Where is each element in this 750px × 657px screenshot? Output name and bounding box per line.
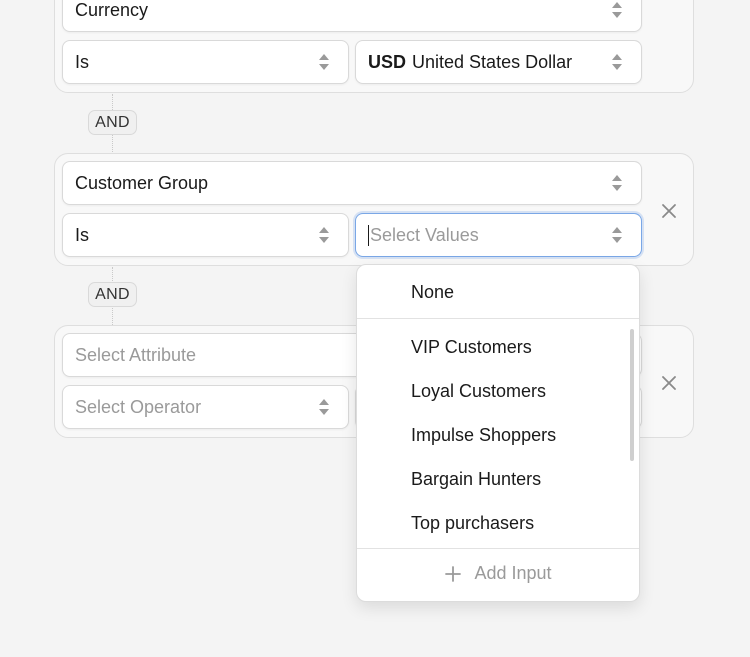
- close-icon[interactable]: [661, 375, 677, 391]
- option-none[interactable]: None: [411, 282, 454, 303]
- attribute-select[interactable]: Customer Group: [62, 161, 642, 205]
- sort-updown-icon: [319, 227, 329, 243]
- operator-value: Is: [75, 51, 90, 72]
- condition-group-2: Customer Group Is Select Values: [54, 153, 694, 266]
- scrollbar[interactable]: [630, 329, 634, 461]
- add-input-label: Add Input: [474, 563, 552, 583]
- divider: [357, 318, 639, 319]
- attribute-value: Currency: [75, 0, 149, 20]
- option-item[interactable]: VIP Customers: [411, 337, 532, 358]
- and-badge[interactable]: AND: [88, 110, 137, 135]
- condition-group-1: Currency Is USD United States Dollar: [54, 0, 694, 93]
- operator-select[interactable]: Select Operator: [62, 385, 349, 429]
- currency-label: United States Dollar: [412, 51, 573, 72]
- operator-select[interactable]: Is: [62, 40, 349, 84]
- sort-updown-icon: [319, 54, 329, 70]
- close-icon[interactable]: [661, 203, 677, 219]
- add-input-button[interactable]: Add Input: [357, 563, 639, 584]
- operator-placeholder: Select Operator: [75, 396, 202, 417]
- attribute-select[interactable]: Currency: [62, 0, 642, 32]
- values-dropdown: None VIP Customers Loyal Customers Impul…: [356, 264, 640, 602]
- attribute-placeholder: Select Attribute: [75, 344, 197, 365]
- operator-value: Is: [75, 224, 90, 245]
- filter-builder: Currency Is USD United States Dollar AND…: [0, 0, 750, 657]
- sort-updown-icon: [319, 399, 329, 415]
- option-item[interactable]: Loyal Customers: [411, 381, 546, 402]
- and-badge[interactable]: AND: [88, 282, 137, 307]
- values-placeholder: Select Values: [370, 224, 479, 245]
- plus-icon: [445, 565, 462, 582]
- sort-updown-icon: [612, 227, 622, 243]
- option-item[interactable]: Top purchasers: [411, 513, 534, 534]
- text-caret: [368, 224, 369, 246]
- operator-select[interactable]: Is: [62, 213, 349, 257]
- value-select[interactable]: USD United States Dollar: [355, 40, 642, 84]
- currency-code: USD: [368, 51, 407, 72]
- sort-updown-icon: [612, 175, 622, 191]
- sort-updown-icon: [612, 54, 622, 70]
- sort-updown-icon: [612, 2, 622, 18]
- values-select[interactable]: Select Values: [355, 213, 642, 257]
- attribute-value: Customer Group: [75, 172, 209, 193]
- option-item[interactable]: Impulse Shoppers: [411, 425, 556, 446]
- option-item[interactable]: Bargain Hunters: [411, 469, 541, 490]
- divider: [357, 548, 639, 549]
